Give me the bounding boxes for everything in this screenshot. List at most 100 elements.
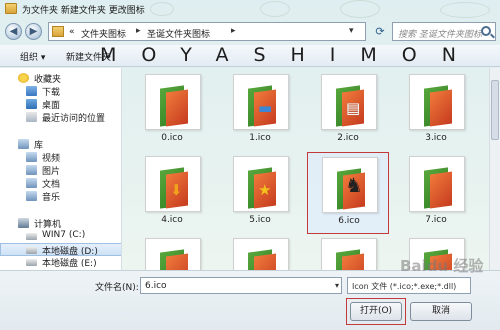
- file-name: 2.ico: [337, 133, 359, 143]
- search-input[interactable]: 搜索 圣诞文件夹图标: [392, 22, 496, 41]
- star-icon: [18, 73, 29, 83]
- pictures-icon: [26, 165, 37, 175]
- vertical-scrollbar[interactable]: [489, 68, 500, 270]
- file-item[interactable]: [219, 234, 301, 270]
- file-name: 5.ico: [249, 215, 271, 225]
- file-name: 4.ico: [161, 215, 183, 225]
- forward-button[interactable]: ▶: [25, 23, 42, 40]
- breadcrumb-item-folder-icons[interactable]: 文件夹图标: [81, 27, 126, 40]
- filename-field[interactable]: 6.ico ▾: [140, 277, 342, 294]
- document-icon: ▤: [346, 99, 361, 117]
- file-item[interactable]: ▬ 1.ico: [219, 70, 301, 152]
- christmas-folder-icon: [160, 85, 188, 127]
- file-thumbnail: [409, 156, 465, 212]
- file-thumbnail: [145, 238, 201, 270]
- search-icon[interactable]: [481, 26, 491, 36]
- filetype-select[interactable]: Icon 文件 (*.ico;*.exe;*.dll): [347, 277, 471, 294]
- sidebar-item-documents[interactable]: 文档: [0, 177, 121, 190]
- breadcrumb-overflow[interactable]: «: [69, 27, 75, 37]
- file-name: 1.ico: [249, 133, 271, 143]
- filetype-value[interactable]: Icon 文件 (*.ico;*.exe;*.dll): [352, 281, 456, 292]
- toolbar: 组织 ▾ 新建文件夹: [0, 45, 500, 67]
- sidebar-item-pictures[interactable]: 图片: [0, 164, 121, 177]
- sidebar-item-favorites[interactable]: 收藏夹: [0, 72, 121, 85]
- sidebar-item-drive-e[interactable]: 本地磁盘 (E:): [0, 256, 121, 269]
- address-dropdown-icon[interactable]: ▾: [349, 26, 354, 36]
- sidebar-item-label: 收藏夹: [34, 75, 62, 85]
- desktop-icon: [26, 99, 37, 109]
- file-item[interactable]: ♞ 6.ico: [307, 152, 389, 234]
- sidebar-item-label: 音乐: [42, 193, 61, 203]
- file-list: 0.ico ▬ 1.ico ▤ 2.ico 3.ico ⬇ 4.ico ★ 5.ico ♞ 6.ico…: [123, 68, 500, 270]
- file-item[interactable]: ▤ 2.ico: [307, 70, 389, 152]
- sidebar-item-desktop[interactable]: 桌面: [0, 98, 121, 111]
- christmas-folder-icon: [424, 167, 452, 209]
- file-thumbnail: [409, 74, 465, 130]
- sidebar-item-label: 图片: [42, 167, 61, 177]
- file-item[interactable]: [131, 234, 213, 270]
- music-icon: [26, 191, 37, 201]
- christmas-folder-icon: [160, 249, 188, 270]
- dialog-footer: 文件名(N): 6.ico ▾ Icon 文件 (*.ico;*.exe;*.d…: [0, 270, 500, 330]
- file-thumbnail: ♞: [322, 157, 378, 213]
- address-row: ◀ ▶ « 文件夹图标 ▸ 圣诞文件夹图标 ▸ ▾ ⟳ 搜索 圣诞文件夹图标: [0, 20, 500, 44]
- breadcrumb-item-christmas-icons[interactable]: 圣诞文件夹图标: [147, 27, 210, 40]
- file-item[interactable]: 7.ico: [395, 152, 477, 234]
- sidebar-item-recent[interactable]: 最近访问的位置: [0, 111, 121, 124]
- sidebar-item-label: 本地磁盘 (E:): [42, 259, 97, 269]
- down-arrow-icon: ⬇: [170, 181, 183, 199]
- organize-button[interactable]: 组织 ▾: [20, 50, 45, 63]
- download-folder-icon: [26, 86, 37, 96]
- star-icon: ★: [258, 181, 272, 199]
- file-item[interactable]: 3.ico: [395, 70, 477, 152]
- file-item[interactable]: ★ 5.ico: [219, 152, 301, 234]
- refresh-icon[interactable]: ⟳: [372, 24, 388, 40]
- breadcrumb-separator[interactable]: ▸: [136, 26, 141, 36]
- file-thumbnail: ▤: [321, 74, 377, 130]
- file-item[interactable]: [307, 234, 389, 270]
- drive-icon: [26, 247, 37, 254]
- sidebar-item-music[interactable]: 音乐: [0, 190, 121, 203]
- new-folder-button[interactable]: 新建文件夹: [66, 50, 111, 63]
- file-dialog-window: 为文件夹 新建文件夹 更改图标 ◀ ▶ « 文件夹图标 ▸ 圣诞文件夹图标 ▸ …: [0, 0, 500, 330]
- file-name: 7.ico: [425, 215, 447, 225]
- recent-places-icon: [26, 112, 37, 122]
- sidebar-item-videos[interactable]: 视频: [0, 151, 121, 164]
- screen-icon: ▬: [258, 99, 273, 117]
- navigation-pane: 收藏夹 下载 桌面 最近访问的位置 库 视频 图片 文档 音乐 计算机 WIN7…: [0, 68, 122, 270]
- address-bar[interactable]: « 文件夹图标 ▸ 圣诞文件夹图标 ▸ ▾: [48, 22, 366, 41]
- file-thumbnail: [321, 238, 377, 270]
- sidebar-item-libraries[interactable]: 库: [0, 138, 121, 151]
- sidebar-item-label: 视频: [42, 154, 61, 164]
- drive-icon: [26, 259, 37, 266]
- search-placeholder: 搜索 圣诞文件夹图标: [398, 30, 482, 40]
- sidebar-item-label: 库: [34, 141, 44, 151]
- cancel-button[interactable]: 取消: [410, 302, 472, 321]
- brand-watermark: Baidu 经验: [400, 257, 484, 275]
- sidebar-item-drive-d[interactable]: 本地磁盘 (D:): [0, 243, 121, 257]
- file-item[interactable]: 0.ico: [131, 70, 213, 152]
- file-thumbnail: ▬: [233, 74, 289, 130]
- sidebar-item-downloads[interactable]: 下载: [0, 85, 121, 98]
- sidebar-item-label: 下载: [42, 88, 61, 98]
- sidebar-item-computer[interactable]: 计算机: [0, 217, 121, 230]
- christmas-folder-icon: [336, 249, 364, 270]
- filename-value[interactable]: 6.ico: [145, 281, 167, 291]
- sidebar-item-drive-c[interactable]: WIN7 (C:): [0, 230, 121, 243]
- drive-icon: [26, 233, 37, 240]
- back-button[interactable]: ◀: [5, 23, 22, 40]
- christmas-folder-icon: [248, 249, 276, 270]
- file-item[interactable]: ⬇ 4.ico: [131, 152, 213, 234]
- christmas-folder-icon: [424, 85, 452, 127]
- chess-piece-icon: ♞: [345, 173, 363, 197]
- folder-icon: [52, 26, 64, 37]
- scrollbar-thumb[interactable]: [491, 80, 499, 140]
- open-button[interactable]: 打开(O): [350, 302, 402, 321]
- sidebar-item-label: 文档: [42, 180, 61, 190]
- breadcrumb-separator[interactable]: ▸: [231, 26, 236, 36]
- sidebar-item-label: 最近访问的位置: [42, 114, 106, 124]
- folder-icon: [5, 3, 17, 14]
- chevron-down-icon[interactable]: ▾: [335, 281, 339, 290]
- window-title: 为文件夹 新建文件夹 更改图标: [22, 6, 145, 16]
- filename-label: 文件名(N):: [95, 283, 139, 293]
